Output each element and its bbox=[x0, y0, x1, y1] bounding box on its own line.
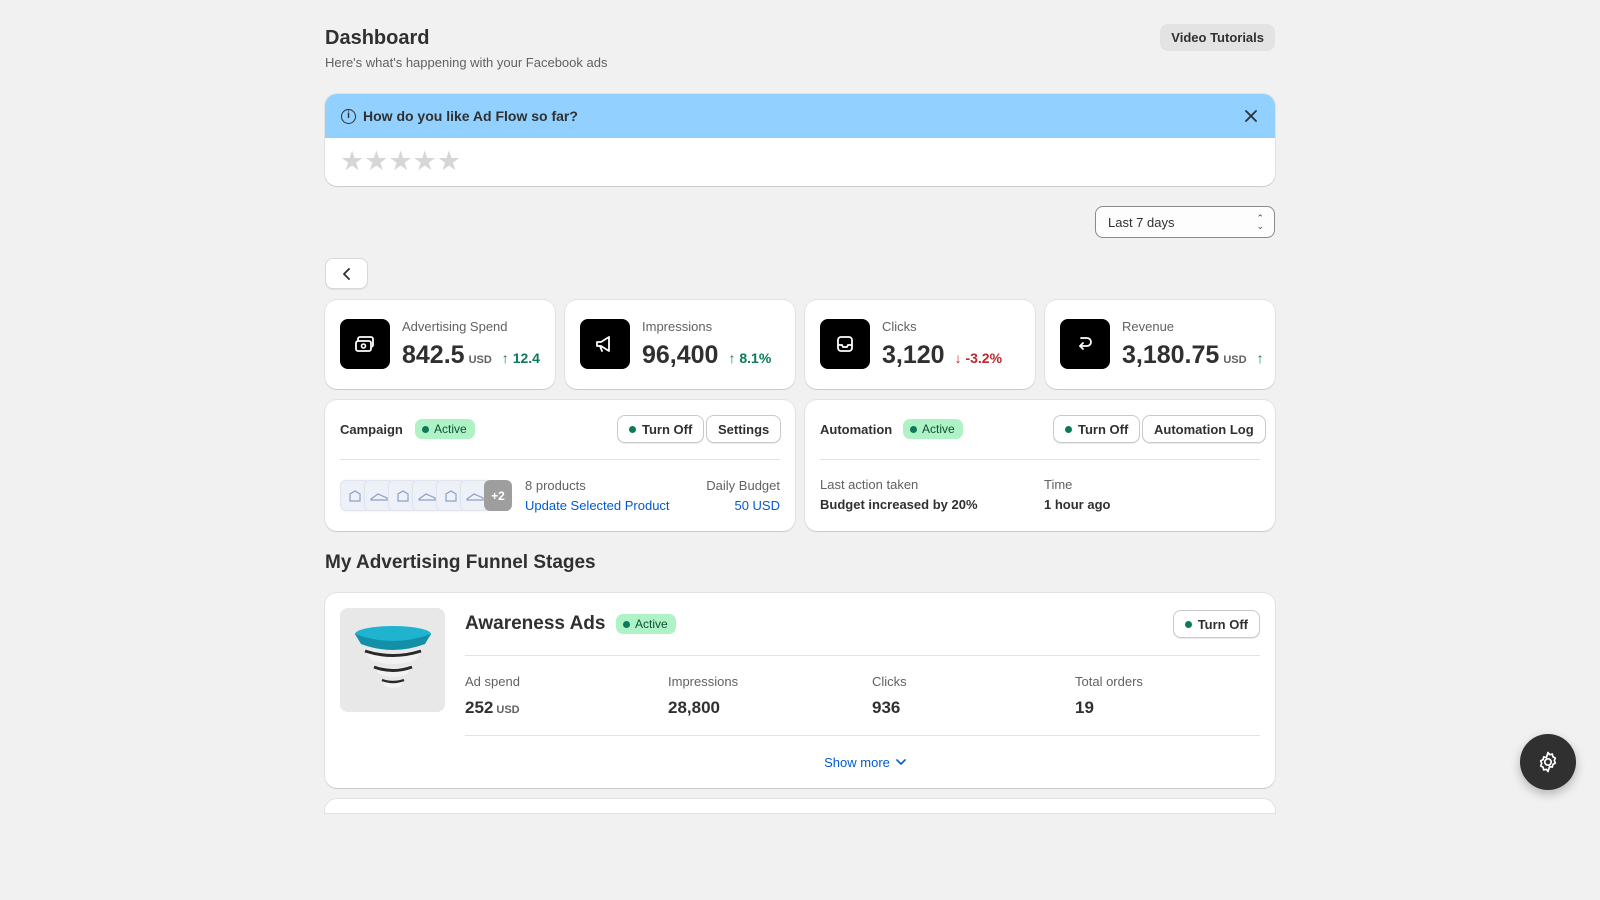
divider bbox=[340, 459, 780, 460]
date-range-value: Last 7 days bbox=[1108, 214, 1175, 230]
impressions-value: 28,800 bbox=[668, 698, 720, 717]
banner-header: i How do you like Ad Flow so far? bbox=[325, 94, 1275, 138]
status-dot bbox=[623, 620, 630, 628]
metric-value: 3,180.75 bbox=[1122, 341, 1220, 369]
metric-unit: USD bbox=[1223, 354, 1247, 366]
funnel-icon bbox=[354, 626, 431, 695]
funnel-section-title: My Advertising Funnel Stages bbox=[325, 552, 596, 573]
inbox-icon bbox=[820, 319, 870, 369]
total-orders-value: 19 bbox=[1075, 698, 1094, 717]
page-header: Dashboard Here's what's happening with y… bbox=[325, 24, 1275, 74]
close-icon[interactable] bbox=[1241, 106, 1261, 126]
video-tutorials-button[interactable]: Video Tutorials bbox=[1160, 24, 1275, 51]
status-dot bbox=[422, 425, 429, 433]
time-value: 1 hour ago bbox=[1044, 497, 1111, 512]
divider bbox=[465, 735, 1260, 736]
time-label: Time bbox=[1044, 477, 1073, 492]
metric-card-revenue: Revenue 3,180.75 USD ↑ bbox=[1045, 300, 1275, 389]
impressions-label: Impressions bbox=[668, 674, 739, 689]
status-badge: Active bbox=[616, 614, 676, 634]
info-icon: i bbox=[341, 108, 356, 124]
automation-title: Automation bbox=[820, 422, 893, 437]
status-badge: Active bbox=[415, 419, 475, 439]
campaign-turn-off-button[interactable]: Turn Off bbox=[617, 415, 705, 443]
status-dot bbox=[629, 425, 636, 433]
feedback-banner: i How do you like Ad Flow so far? ★ ★ ★ … bbox=[325, 94, 1275, 186]
metric-card-ad-spend: Advertising Spend 842.5 USD ↑ 12.4 bbox=[325, 300, 555, 389]
divider bbox=[465, 655, 1260, 656]
automation-log-button[interactable]: Automation Log bbox=[1142, 415, 1266, 443]
chevron-left-icon bbox=[342, 267, 350, 280]
product-thumbnails[interactable]: +2 bbox=[340, 480, 512, 511]
show-more-link[interactable]: Show more bbox=[824, 755, 906, 770]
last-action-label: Last action taken bbox=[820, 477, 919, 492]
star-icon[interactable]: ★ bbox=[413, 148, 437, 175]
status-badge: Active bbox=[903, 419, 963, 439]
funnel-image bbox=[340, 608, 445, 712]
banner-title: How do you like Ad Flow so far? bbox=[363, 108, 578, 124]
star-icon[interactable]: ★ bbox=[437, 148, 461, 175]
star-rating: ★ ★ ★ ★ ★ bbox=[325, 138, 1275, 185]
page-subtitle: Here's what's happening with your Facebo… bbox=[325, 55, 608, 70]
date-range-select[interactable]: Last 7 days ⌃ ⌄ bbox=[1095, 206, 1275, 238]
funnel-turn-off-button[interactable]: Turn Off bbox=[1172, 610, 1260, 638]
last-action-value: Budget increased by 20% bbox=[820, 497, 978, 512]
metric-change: ↑ 12.4 bbox=[501, 350, 540, 366]
funnel-stage-title: Awareness Ads bbox=[465, 613, 606, 634]
back-button[interactable] bbox=[325, 258, 368, 289]
clicks-label: Clicks bbox=[872, 674, 907, 689]
star-icon[interactable]: ★ bbox=[340, 148, 364, 175]
metric-card-impressions: Impressions 96,400 ↑ 8.1% bbox=[565, 300, 795, 389]
metric-value: 96,400 bbox=[642, 341, 719, 369]
status-dot bbox=[1184, 620, 1192, 628]
automation-panel: Automation Active Turn Off Automation Lo… bbox=[805, 400, 1275, 531]
funnel-stage-card: Awareness Ads Active Turn Off Ad spend 2… bbox=[325, 593, 1275, 788]
update-selected-product-link[interactable]: Update Selected Product bbox=[525, 498, 670, 513]
select-chevron-icon: ⌃ ⌄ bbox=[1256, 213, 1264, 231]
clicks-value: 936 bbox=[872, 698, 901, 717]
status-dot bbox=[1065, 425, 1072, 433]
ad-spend-label: Ad spend bbox=[465, 674, 520, 689]
metric-change: ↑ 8.1% bbox=[728, 350, 772, 366]
metric-change: ↓ -3.2% bbox=[954, 350, 1003, 366]
divider bbox=[820, 459, 1260, 460]
automation-turn-off-button[interactable]: Turn Off bbox=[1053, 415, 1141, 443]
ad-spend-value: 252 USD bbox=[465, 698, 520, 717]
funnel-stage-card-next bbox=[325, 799, 1275, 813]
products-count: 8 products bbox=[525, 478, 586, 493]
megaphone-icon bbox=[580, 319, 630, 369]
total-orders-label: Total orders bbox=[1075, 674, 1143, 689]
metric-card-clicks: Clicks 3,120 ↓ -3.2% bbox=[805, 300, 1035, 389]
metric-label: Impressions bbox=[642, 319, 713, 334]
metric-label: Clicks bbox=[882, 319, 917, 334]
page-title: Dashboard bbox=[325, 27, 430, 49]
chevron-down-icon bbox=[896, 759, 906, 765]
money-icon bbox=[340, 319, 390, 369]
metric-label: Advertising Spend bbox=[402, 319, 508, 334]
metric-label: Revenue bbox=[1122, 319, 1175, 334]
daily-budget-value[interactable]: 50 USD bbox=[734, 498, 780, 513]
floating-settings-button[interactable] bbox=[1520, 734, 1576, 790]
campaign-title: Campaign bbox=[340, 422, 403, 437]
campaign-settings-button[interactable]: Settings bbox=[706, 415, 782, 443]
more-products-count: +2 bbox=[484, 480, 512, 511]
metrics-row: Advertising Spend 842.5 USD ↑ 12.4 Impre… bbox=[325, 300, 1275, 389]
metric-unit: USD bbox=[468, 354, 492, 366]
star-icon[interactable]: ★ bbox=[364, 148, 388, 175]
status-dot bbox=[910, 425, 917, 433]
gear-icon bbox=[1539, 751, 1557, 773]
metric-value: 3,120 bbox=[882, 341, 945, 369]
star-icon[interactable]: ★ bbox=[388, 148, 412, 175]
campaign-panel: Campaign Active Turn Off Settings +2 8 p… bbox=[325, 400, 795, 531]
metric-change: ↑ bbox=[1256, 350, 1264, 366]
daily-budget-label: Daily Budget bbox=[706, 478, 780, 493]
return-arrow-icon bbox=[1060, 319, 1110, 369]
metric-value: 842.5 bbox=[402, 341, 465, 369]
